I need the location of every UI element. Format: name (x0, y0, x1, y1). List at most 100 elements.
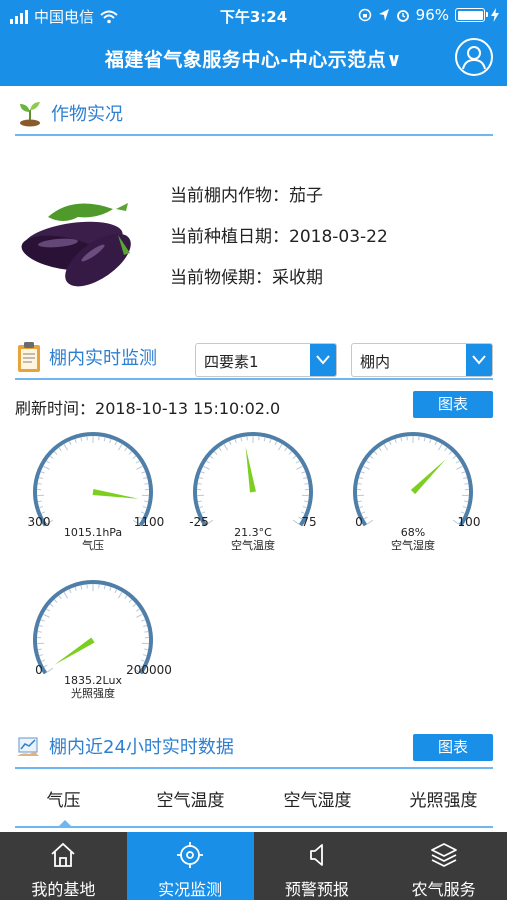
gauge-min-label: 0 (355, 515, 363, 529)
gauge-tick (41, 659, 46, 662)
gauge-tick (39, 654, 44, 657)
gauge-tick (452, 455, 457, 459)
gauge-value: 21.3°C (234, 526, 272, 539)
plant-date-row: 当前种植日期：2018-03-22 (170, 217, 388, 258)
crop-info: 当前棚内作物：茄子 当前种植日期：2018-03-22 当前物候期：采收期 (170, 176, 388, 299)
gauge-tick (400, 437, 403, 442)
gauge-tick (369, 455, 374, 459)
gauge-tick (74, 586, 77, 591)
location-icon (378, 9, 389, 21)
gauge-tick (141, 619, 146, 622)
element-select-value: 四要素1 (204, 353, 259, 371)
gauge-tick (37, 500, 42, 503)
gauge-tick (144, 500, 149, 503)
gauges-panel: 300 1100 1015.1hPa气压 -25 75 21.3°C空气温度 0 100 68%… (28, 432, 481, 700)
gauge-tick (37, 648, 42, 651)
gauge-tick (114, 589, 118, 594)
nav-my-base[interactable]: 我的基地 (0, 832, 127, 900)
gauge-tick (359, 506, 364, 509)
gauge-tick (132, 455, 137, 459)
user-icon (462, 46, 486, 70)
crop-row: 当前棚内作物：茄子 (170, 176, 388, 217)
gauge-tick (144, 482, 149, 485)
gauge-tick (218, 447, 222, 452)
gauge-tick (39, 506, 44, 509)
gauge-tick (234, 438, 237, 443)
user-profile-button[interactable] (455, 38, 493, 76)
gauge-tick (429, 438, 432, 443)
gauge-tick (143, 477, 148, 480)
gauge-min-label: 300 (28, 515, 51, 529)
tab-air-temperature[interactable]: 空气温度 (127, 786, 254, 811)
gauge-tick (68, 441, 72, 446)
gauge-light: 0 200000 1835.2Lux光照强度 (33, 580, 172, 700)
target-icon (177, 842, 204, 868)
gauge-tick (117, 591, 123, 599)
nav-warning-forecast[interactable]: 预警预报 (254, 832, 381, 900)
layers-icon (430, 843, 457, 867)
gauge-tick (140, 659, 145, 662)
plant-date-value: 2018-03-22 (289, 227, 388, 247)
gauge-tick (295, 460, 300, 464)
tab-light-intensity[interactable]: 光照强度 (380, 786, 507, 811)
status-bar: 中国电信 下午3:24 96% (0, 0, 507, 30)
gauge-name: 光照强度 (71, 686, 115, 700)
gauge-tick (464, 482, 469, 485)
gauge-max-label: 75 (301, 515, 316, 529)
gauge-tick (203, 465, 210, 470)
lock-rotation-icon (358, 8, 371, 22)
gauge-tick (197, 500, 202, 503)
gauge-min-label: 0 (35, 663, 43, 677)
gauge-tick (103, 437, 106, 442)
crop-section-header: 作物实况 (15, 92, 493, 136)
eggplant-image (18, 195, 138, 295)
tabs-underline (15, 826, 493, 828)
gauge-tick (292, 455, 297, 459)
history-section-title: 棚内近24小时实时数据 (49, 737, 234, 758)
gauge-tick (456, 465, 463, 470)
bottom-nav: 我的基地 实况监测 预警预报 农气服务 (0, 832, 507, 900)
gauge-tick (363, 465, 370, 470)
station-selector[interactable]: 福建省气象服务中心-中心示范点∨ (0, 45, 507, 72)
gauge-max-label: 100 (458, 515, 481, 529)
monitor-chart-button[interactable]: 图表 (413, 391, 493, 418)
gauge-tick (228, 441, 232, 446)
nav-live-monitor[interactable]: 实况监测 (126, 832, 254, 900)
gauge-tick (142, 654, 147, 657)
gauge-value: 1015.1hPa (64, 526, 122, 539)
tab-pressure[interactable]: 气压 (0, 786, 127, 811)
gauge-tick (464, 500, 469, 503)
refresh-value: 2018-10-13 15:10:02.0 (95, 399, 281, 418)
gauge-tick (361, 511, 366, 514)
nav-live-monitor-label: 实况监测 (158, 880, 223, 899)
gauge-tick (132, 603, 137, 607)
crop-label: 当前棚内作物： (170, 186, 289, 206)
gauge-tick (277, 443, 283, 451)
charging-icon (491, 8, 499, 22)
gauge-tick (269, 438, 272, 443)
gauge-tick (40, 471, 45, 474)
gauge-needle (410, 459, 446, 495)
nav-agro-service[interactable]: 农气服务 (380, 832, 507, 900)
gauge-tick (206, 460, 211, 464)
tab-air-humidity[interactable]: 空气湿度 (254, 786, 381, 811)
history-chart-button[interactable]: 图表 (413, 734, 493, 761)
element-select[interactable]: 四要素1 (195, 343, 337, 377)
gauge-arc (33, 432, 153, 527)
gauge-tick (274, 441, 278, 446)
crop-value: 茄子 (289, 186, 323, 206)
gauge-tick (434, 441, 438, 446)
gauge-tick (109, 586, 112, 591)
gauge-tick (373, 451, 378, 455)
phenology-value: 采收期 (272, 268, 323, 288)
gauge-tick (136, 613, 143, 618)
gauge-tick (197, 482, 202, 485)
gauge-tick (46, 608, 51, 612)
gauge-tick (462, 506, 467, 509)
gauge-tick (41, 511, 46, 514)
gauge-tick (366, 519, 374, 525)
battery-percent: 96% (415, 6, 449, 24)
gauge-tick (74, 438, 77, 443)
location-select[interactable]: 棚内 (351, 343, 493, 377)
gauge-tick (448, 451, 453, 455)
